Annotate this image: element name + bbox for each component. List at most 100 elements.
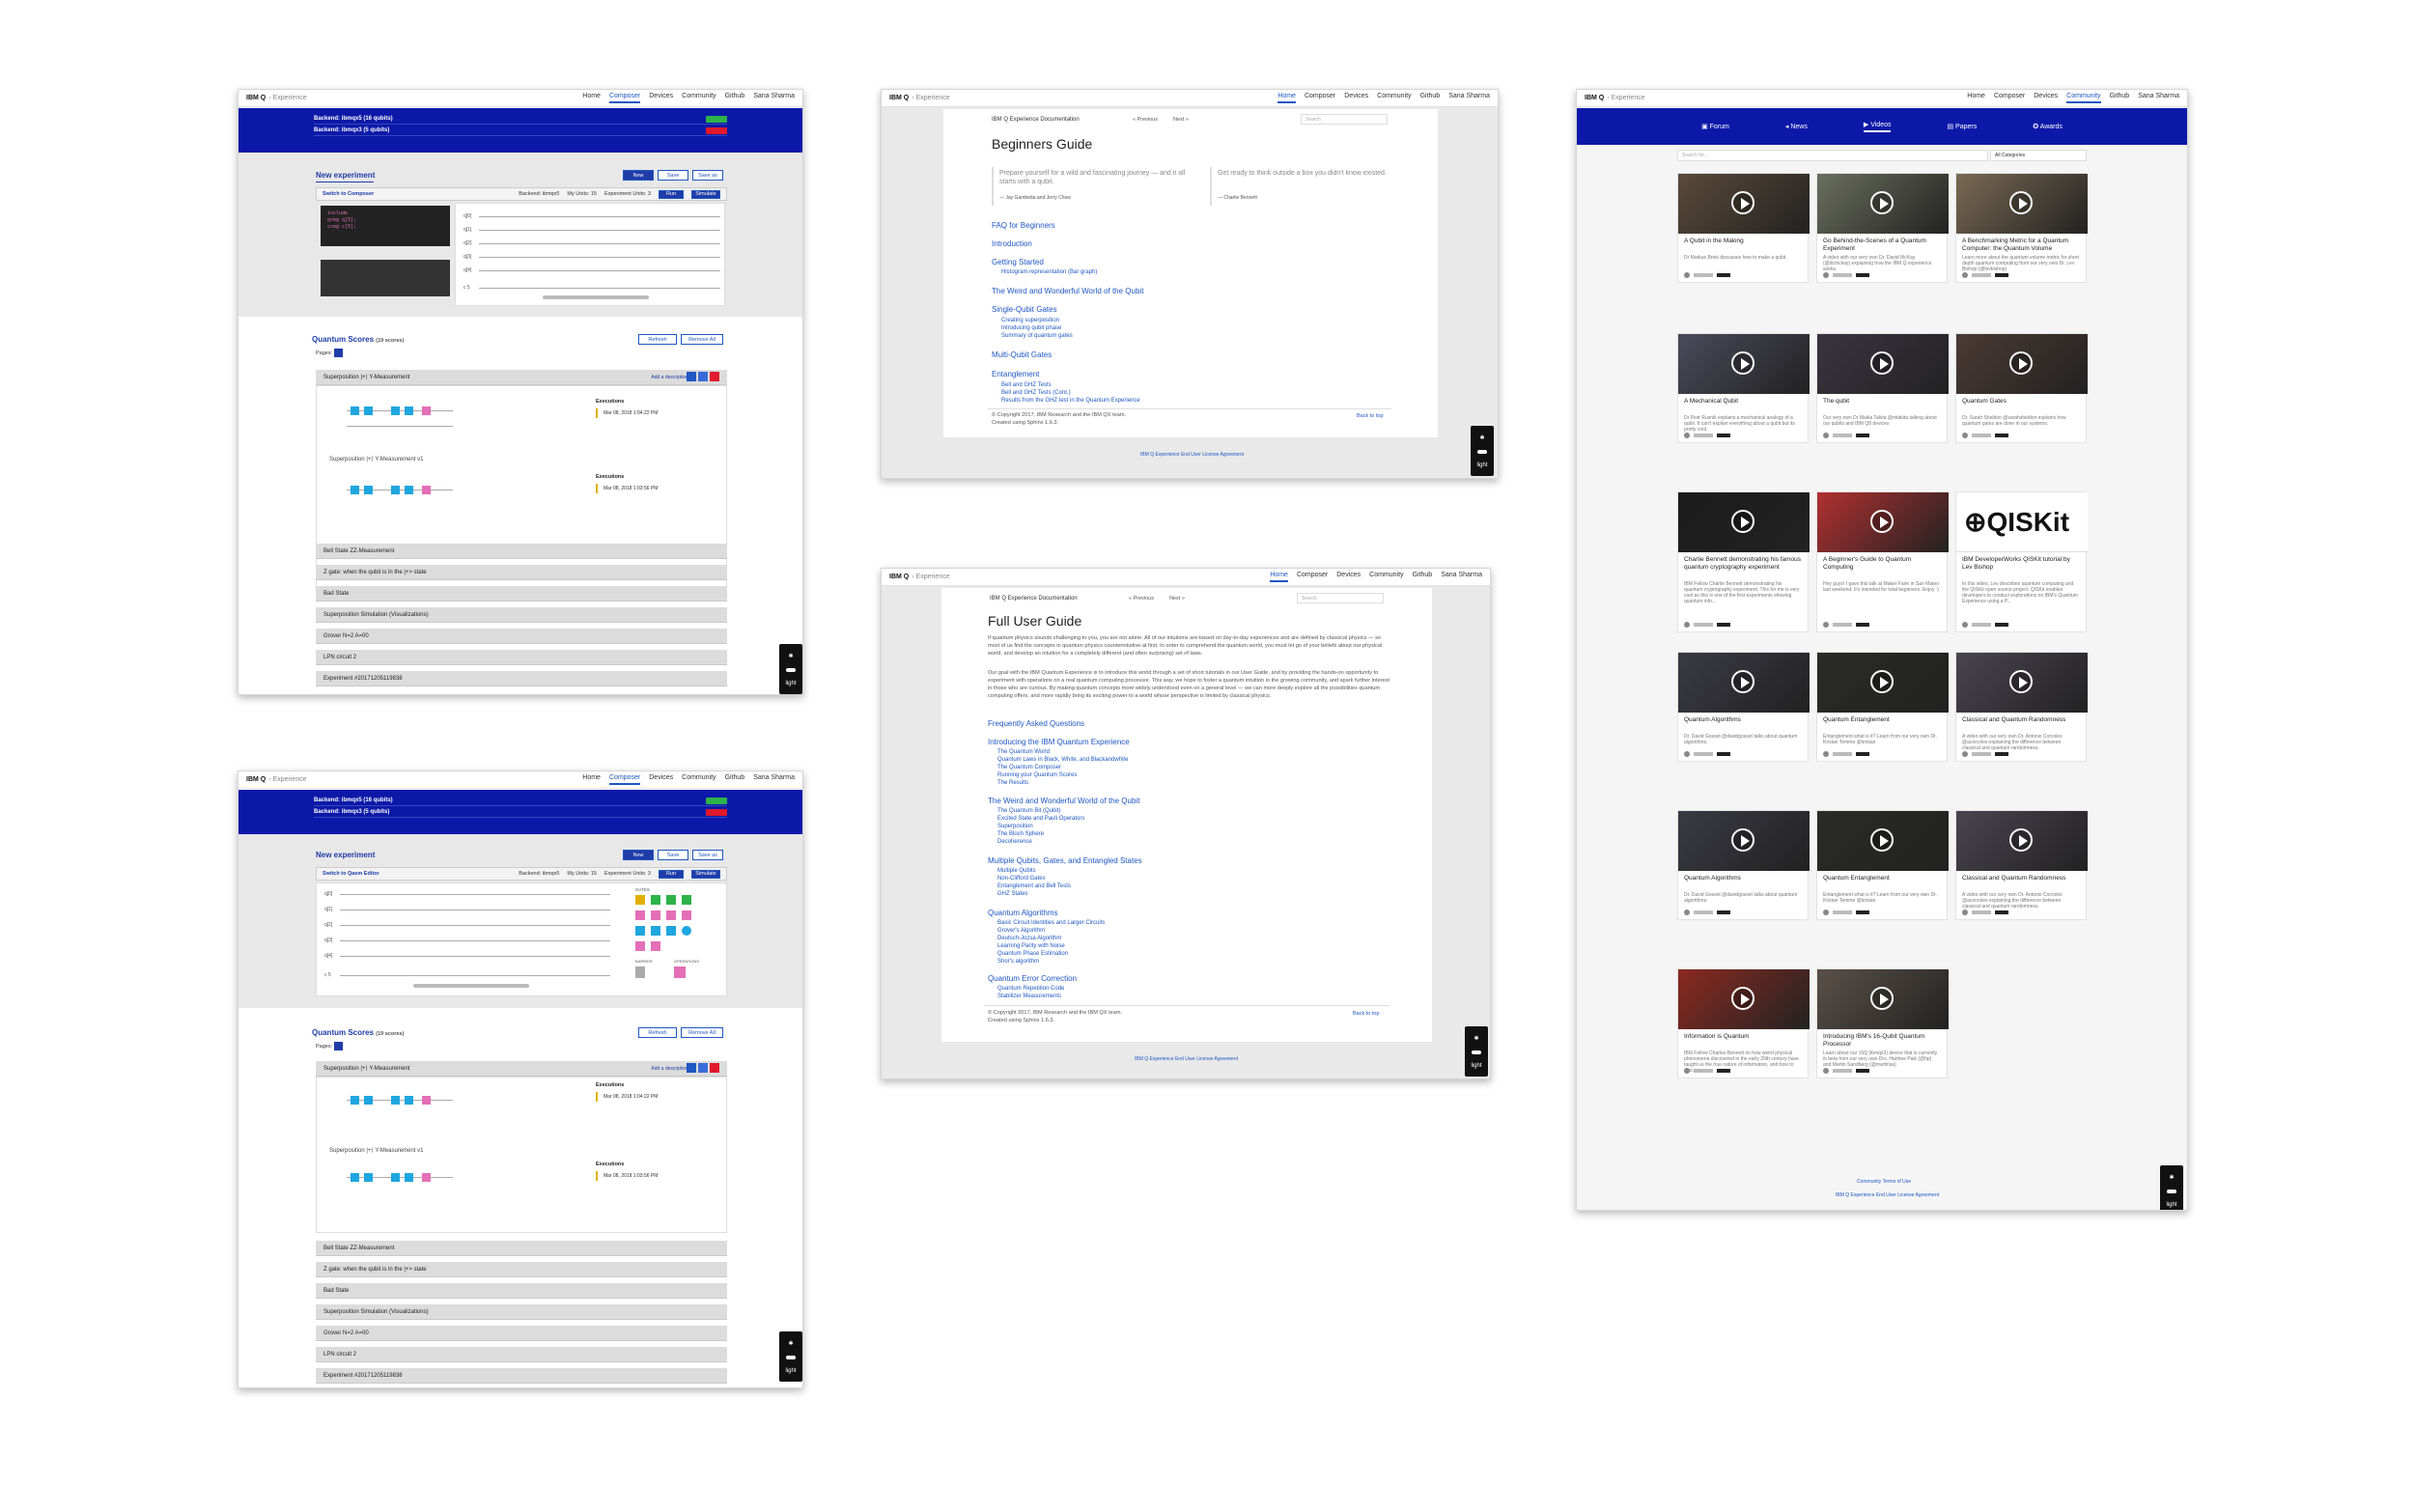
gate-palette-item[interactable] (651, 910, 660, 920)
video-title[interactable]: A Mechanical Qubit (1684, 398, 1802, 406)
gate-palette-item[interactable] (651, 926, 660, 936)
gate-h[interactable] (351, 486, 359, 494)
play-icon[interactable] (1731, 987, 1754, 1010)
search-input[interactable]: Search for... (1677, 150, 1988, 161)
measure-gate[interactable] (674, 966, 686, 978)
qasm-code[interactable]: include qreg q[5]; creg c[5]; (327, 210, 356, 231)
bug-icon[interactable]: ✱ (1479, 434, 1484, 441)
gate-h[interactable] (405, 486, 413, 494)
save-as-button[interactable]: Save as (692, 850, 723, 860)
accordion-item[interactable]: Z gate: when the qubit is in the |+> sta… (316, 565, 727, 580)
section-link[interactable]: Quantum Error Correction (988, 974, 1077, 983)
gate-palette-item[interactable] (682, 910, 691, 920)
subsection-link[interactable]: The Results (997, 780, 1028, 786)
nav-community[interactable]: Community (682, 93, 716, 103)
twitter-icon[interactable] (687, 1063, 696, 1073)
nav-devices[interactable]: Devices (649, 774, 673, 785)
backend-row[interactable]: Backend: ibmqx3 (5 qubits) (314, 807, 727, 818)
subsection-link[interactable]: The Quantum Bit (Qubit) (997, 808, 1060, 814)
section-link[interactable]: Quantum Algorithms (988, 909, 1057, 917)
video-card[interactable]: A Beginner's Guide to Quantum Computing H… (1816, 491, 1949, 632)
save-as-button[interactable]: Save as (692, 170, 723, 181)
bug-icon[interactable]: ✱ (788, 653, 793, 659)
nav-home[interactable]: Home (1270, 572, 1288, 582)
refresh-button[interactable]: Refresh (638, 1027, 677, 1038)
subsection-link[interactable]: Superposition (997, 824, 1033, 829)
theme-toggle[interactable]: ✱ light (2160, 1165, 2183, 1210)
video-title[interactable]: The qubit (1823, 398, 1941, 406)
theme-toggle[interactable]: ✱ light (1471, 426, 1494, 476)
brand-logo[interactable]: IBM Q (246, 95, 266, 101)
subsection-link[interactable]: Non-Clifford Gates (997, 876, 1046, 882)
gate-h[interactable] (391, 1173, 400, 1182)
toggle-icon[interactable] (786, 667, 796, 672)
subsection-link[interactable]: Bell and GHZ Tests (Cont.) (1001, 390, 1071, 396)
subsection-link[interactable]: Creating superposition (1001, 318, 1059, 323)
exec-date[interactable]: Mar 08, 2018 1:03:56 PM (604, 486, 658, 491)
qasm-editor[interactable]: include qreg q[5]; creg c[5]; (321, 206, 450, 246)
terms-link[interactable]: Community Terms of Use (1857, 1179, 1911, 1185)
gate-h[interactable] (405, 406, 413, 415)
subsection-link[interactable]: The Bloch Sphere (997, 831, 1044, 837)
video-card[interactable]: Charlie Bennett demonstrating his famous… (1677, 491, 1810, 632)
play-icon[interactable] (2009, 191, 2033, 214)
switch-editor-link[interactable]: Switch to Qasm Editor (323, 871, 379, 877)
tab-news[interactable]: ◂ News (1785, 123, 1808, 130)
toggle-icon[interactable] (1477, 449, 1487, 454)
twitter-icon[interactable] (687, 372, 696, 381)
gate-h[interactable] (391, 1096, 400, 1105)
nav-github[interactable]: Github (725, 774, 745, 785)
nav-community[interactable]: Community (1369, 572, 1403, 582)
add-description-link[interactable]: Add a description (651, 1066, 688, 1072)
subsection-link[interactable]: Histogram representation (Bar graph) (1001, 269, 1097, 275)
score-row[interactable]: Superposition |+⟩ Y-Measurement v1 (322, 451, 611, 466)
gate-palette-item[interactable] (682, 926, 691, 936)
subsection-link[interactable]: Deutsch-Jozsa Algorithm (997, 936, 1061, 941)
section-link[interactable]: Introduction (992, 239, 1032, 248)
subsection-link[interactable]: Results from the GHZ test in the Quantum… (1001, 398, 1140, 404)
video-card[interactable]: Go Behind-the-Scenes of a Quantum Experi… (1816, 173, 1949, 283)
gate-h[interactable] (351, 1173, 359, 1182)
add-description-link[interactable]: Add a description (651, 375, 688, 380)
video-card[interactable]: Classical and Quantum Randomness A video … (1955, 652, 2088, 762)
section-link[interactable]: Single-Qubit Gates (992, 305, 1057, 314)
accordion-item[interactable]: Z gate: when the qubit is in the |+> sta… (316, 1262, 727, 1277)
accordion-item[interactable]: Experiment #20171205119838 (316, 1368, 727, 1384)
play-icon[interactable] (2009, 828, 2033, 852)
subsection-link[interactable]: Decoherence (997, 839, 1032, 845)
gate-palette-item[interactable] (666, 926, 676, 936)
video-title[interactable]: Quantum Entanglement (1823, 716, 1941, 724)
remove-all-button[interactable]: Remove All (681, 334, 723, 345)
gate-palette-item[interactable] (666, 895, 676, 905)
score-row[interactable]: Superposition |+⟩ Y-Measurement Add a des… (316, 1061, 727, 1077)
tab-forum[interactable]: ▣ Forum (1701, 123, 1729, 130)
gate-palette-item[interactable] (682, 895, 691, 905)
page-1[interactable] (334, 1042, 343, 1050)
gate-palette-item[interactable] (635, 910, 645, 920)
nav-devices[interactable]: Devices (1336, 572, 1361, 582)
nav-home[interactable]: Home (1277, 93, 1296, 103)
gate-h[interactable] (351, 1096, 359, 1105)
next-link[interactable]: Next » (1173, 117, 1189, 123)
gate-h[interactable] (391, 406, 400, 415)
video-card[interactable]: Classical and Quantum Randomness A video … (1955, 810, 2088, 920)
video-card[interactable]: ⊕QISKit IBM DeveloperWorks QISKit tutoria… (1955, 491, 2088, 632)
toggle-icon[interactable] (1472, 1050, 1481, 1054)
brand-logo[interactable]: IBM Q (246, 776, 266, 783)
nav-user[interactable]: Sana Sharma (753, 93, 795, 103)
accordion-item[interactable]: Grover N=2 A=00 (316, 1326, 727, 1341)
back-to-top-link[interactable]: Back to top (1357, 413, 1384, 419)
theme-toggle[interactable]: ✱ light (779, 644, 802, 694)
video-title[interactable]: IBM DeveloperWorks QISKit tutorial by Le… (1962, 556, 2080, 572)
circuit-canvas[interactable]: q[0] q[1] q[2] q[3] q[4] c 5 GATES BARRI… (316, 882, 727, 996)
video-title[interactable]: Charlie Bennett demonstrating his famous… (1684, 556, 1802, 572)
subsection-link[interactable]: Quantum Laws in Black, White, and Blacka… (997, 757, 1128, 763)
backend-select[interactable]: Backend: ibmqx5 (519, 191, 559, 197)
brand-logo[interactable]: IBM Q (1585, 95, 1604, 101)
share-icon[interactable] (698, 372, 708, 381)
play-icon[interactable] (1731, 351, 1754, 375)
video-card[interactable]: Quantum Entanglement Entanglement what is… (1816, 652, 1949, 762)
gate-palette-item[interactable] (666, 910, 676, 920)
video-thumbnail[interactable] (1678, 174, 1810, 234)
video-title[interactable]: Quantum Gates (1962, 398, 2080, 406)
